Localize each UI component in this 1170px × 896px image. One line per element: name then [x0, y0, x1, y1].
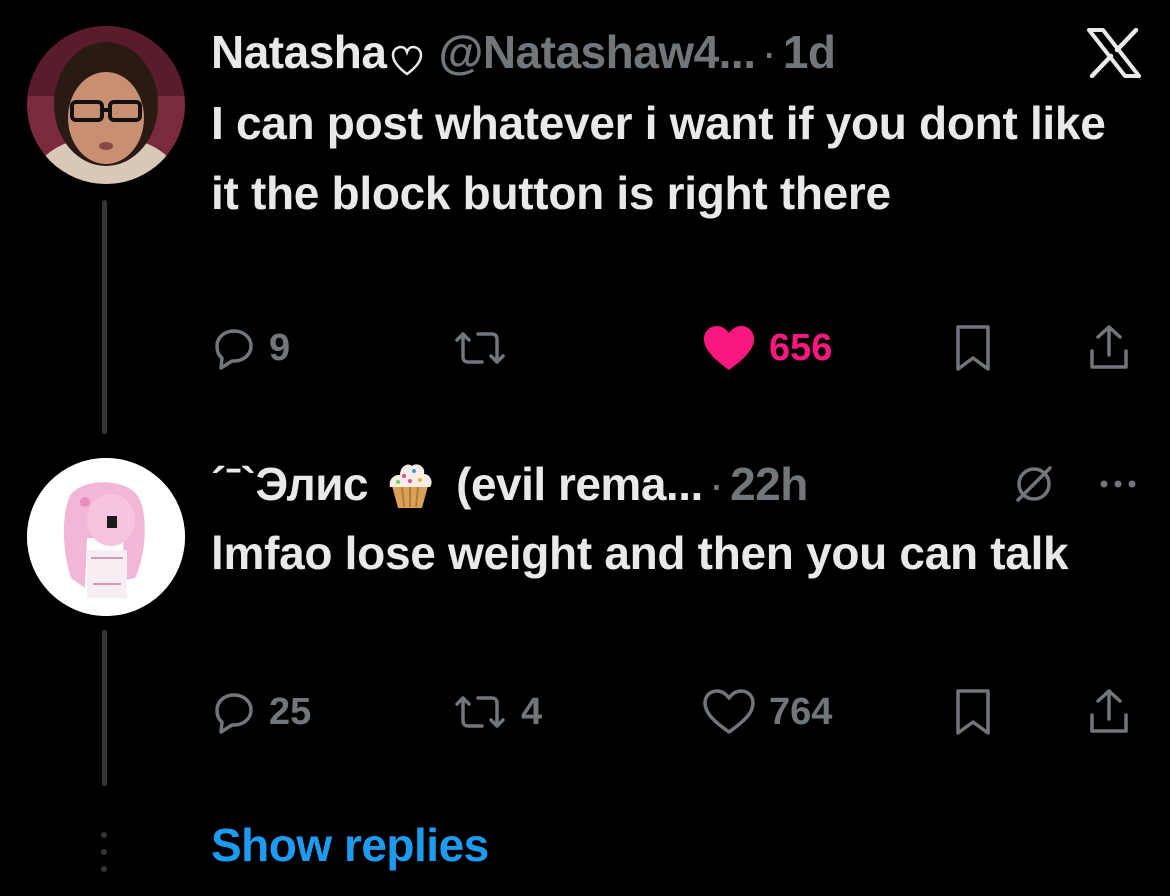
bookmark-button[interactable]	[951, 318, 995, 378]
reply-count: 25	[269, 690, 312, 733]
avatar-natasha[interactable]	[27, 26, 185, 184]
display-name[interactable]: Natasha	[211, 25, 387, 79]
x-logo-icon	[1086, 27, 1142, 79]
heart-outline-icon	[390, 35, 424, 76]
like-count: 764	[769, 690, 833, 733]
bookmark-icon	[951, 323, 995, 373]
reply-icon	[211, 325, 257, 371]
share-icon	[1087, 687, 1131, 737]
tweet-actions: 9 656	[211, 318, 1141, 378]
tweet-header: ´ˉ`Элис (evil rema... · 22h	[211, 454, 1140, 514]
share-button[interactable]	[1087, 318, 1131, 378]
like-button[interactable]: 764	[701, 682, 832, 742]
reply-thread: Natasha @Natashaw4... · 1d I can post wh…	[0, 0, 1170, 896]
user-handle[interactable]: @Natashaw4...	[438, 25, 756, 79]
timestamp[interactable]: 1d	[783, 25, 836, 79]
heart-filled-icon	[701, 324, 757, 372]
bookmark-icon	[951, 687, 995, 737]
reply-button[interactable]: 25	[211, 682, 311, 742]
cupcake-icon	[382, 456, 438, 512]
reply-button[interactable]: 9	[211, 318, 290, 378]
retweet-button[interactable]	[451, 318, 521, 378]
tweet-text: I can post whatever i want if you dont l…	[211, 97, 1106, 219]
separator-dot: ·	[761, 26, 777, 78]
avatar-elis[interactable]	[27, 458, 185, 616]
retweet-button[interactable]: 4	[451, 682, 542, 742]
tweet-text: lmfao lose weight and then you can talk	[211, 527, 1069, 579]
bookmark-button[interactable]	[951, 682, 995, 742]
mute-icon[interactable]	[1012, 462, 1056, 506]
heart-outline-icon	[701, 688, 757, 736]
display-name-suffix[interactable]: (evil rema...	[456, 457, 703, 511]
reply-icon	[211, 689, 257, 735]
retweet-icon	[451, 325, 509, 371]
more-replies-dots	[100, 832, 108, 872]
share-icon	[1087, 323, 1131, 373]
like-button[interactable]: 656	[701, 318, 832, 378]
thread-line	[102, 200, 107, 434]
reply-count: 9	[269, 326, 291, 369]
retweet-icon	[451, 689, 509, 735]
show-replies-link[interactable]: Show replies	[211, 818, 489, 872]
retweet-count: 4	[521, 690, 543, 733]
tweet-actions: 25 4 764	[211, 682, 1141, 742]
share-button[interactable]	[1087, 682, 1131, 742]
tweet-header: Natasha @Natashaw4... · 1d	[211, 22, 1140, 82]
more-options-icon[interactable]	[1096, 476, 1140, 492]
like-count: 656	[769, 326, 833, 369]
thread-line	[102, 630, 107, 786]
display-name[interactable]: ´ˉ`Элис	[211, 457, 369, 511]
timestamp[interactable]: 22h	[730, 457, 808, 511]
separator-dot: ·	[708, 458, 725, 510]
